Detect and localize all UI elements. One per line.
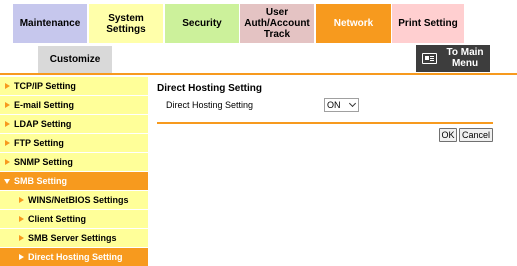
tab-user-auth-label: User Auth/Account Track	[244, 7, 310, 40]
header-divider	[0, 73, 517, 75]
ok-button[interactable]: OK	[439, 128, 457, 142]
tab-user-auth-line1: User	[265, 7, 289, 18]
main-menu-icon	[422, 53, 437, 64]
tab-security-label: Security	[182, 18, 222, 29]
tab-customize-label: Customize	[49, 54, 101, 65]
sidebar-item-smb-setting[interactable]: SMB Setting	[0, 172, 148, 190]
tab-system-settings[interactable]: System Settings	[89, 4, 163, 43]
sidebar-item-ftp-setting[interactable]: FTP Setting	[0, 134, 148, 152]
sidebar-item-email-setting[interactable]: E-mail Setting	[0, 96, 148, 114]
sidebar-item-direct-hosting-setting[interactable]: Direct Hosting Setting	[0, 248, 148, 266]
chevron-down-icon	[348, 99, 357, 108]
tab-network[interactable]: Network	[316, 4, 391, 43]
direct-hosting-select-value: ON	[327, 100, 341, 110]
triangle-right-icon	[5, 102, 10, 108]
sidebar: TCP/IP Setting E-mail Setting LDAP Setti…	[0, 77, 148, 266]
sidebar-item-wins-netbios-settings[interactable]: WINS/NetBIOS Settings	[0, 191, 148, 209]
sidebar-item-label: SMB Setting	[14, 176, 67, 186]
tab-security[interactable]: Security	[165, 4, 239, 43]
tab-user-auth-line3: Track	[263, 29, 291, 40]
sidebar-item-label: LDAP Setting	[14, 119, 72, 129]
sidebar-item-ldap-setting[interactable]: LDAP Setting	[0, 115, 148, 133]
tab-print-setting[interactable]: Print Setting	[392, 4, 464, 43]
cancel-button[interactable]: Cancel	[459, 128, 493, 142]
triangle-right-icon	[19, 235, 24, 241]
sidebar-item-label: E-mail Setting	[14, 100, 75, 110]
content-divider	[157, 122, 493, 124]
to-main-menu-line1: To Main	[446, 47, 484, 58]
triangle-right-icon	[19, 216, 24, 222]
triangle-right-icon	[19, 254, 24, 260]
tab-maintenance-label: Maintenance	[19, 18, 81, 29]
tab-maintenance[interactable]: Maintenance	[13, 4, 87, 43]
direct-hosting-label: Direct Hosting Setting	[166, 100, 254, 110]
main-content: Direct Hosting Setting Direct Hosting Se…	[157, 83, 507, 124]
to-main-menu-button[interactable]: To Main Menu	[416, 45, 490, 72]
tab-system-settings-label: System Settings	[106, 12, 146, 35]
sidebar-item-label: Direct Hosting Setting	[28, 252, 123, 262]
sidebar-item-tcpip-setting[interactable]: TCP/IP Setting	[0, 77, 148, 95]
to-main-menu-line2: Menu	[451, 58, 479, 69]
triangle-right-icon	[5, 159, 10, 165]
sidebar-item-label: SMB Server Settings	[28, 233, 117, 243]
sidebar-item-label: WINS/NetBIOS Settings	[28, 195, 129, 205]
tab-user-auth-line2: Auth/Account	[244, 18, 310, 29]
page-title: Direct Hosting Setting	[157, 83, 263, 94]
triangle-right-icon	[5, 83, 10, 89]
tab-print-setting-label: Print Setting	[398, 18, 458, 29]
sidebar-item-label: TCP/IP Setting	[14, 81, 76, 91]
sidebar-item-client-setting[interactable]: Client Setting	[0, 210, 148, 228]
tab-customize[interactable]: Customize	[38, 46, 112, 73]
triangle-down-icon	[4, 179, 10, 184]
triangle-right-icon	[5, 121, 10, 127]
direct-hosting-select[interactable]: ON	[324, 98, 359, 112]
sidebar-item-snmp-setting[interactable]: SNMP Setting	[0, 153, 148, 171]
setting-row: Direct Hosting Setting ON	[157, 97, 507, 115]
tab-network-label: Network	[333, 18, 374, 29]
sidebar-item-label: SNMP Setting	[14, 157, 73, 167]
to-main-menu-label: To Main Menu	[442, 47, 488, 69]
sidebar-item-label: Client Setting	[28, 214, 86, 224]
sidebar-item-smb-server-settings[interactable]: SMB Server Settings	[0, 229, 148, 247]
triangle-right-icon	[19, 197, 24, 203]
triangle-right-icon	[5, 140, 10, 146]
sidebar-item-label: FTP Setting	[14, 138, 64, 148]
tab-user-auth-account-track[interactable]: User Auth/Account Track	[240, 4, 314, 43]
